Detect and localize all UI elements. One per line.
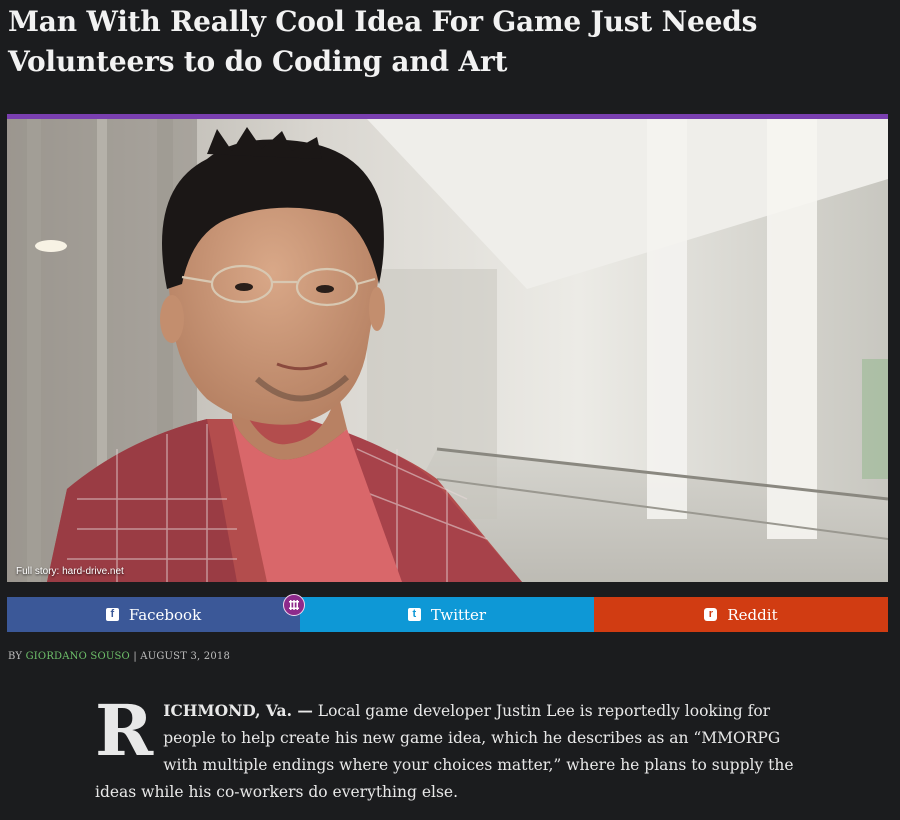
twitter-share-label: Twitter: [430, 605, 487, 624]
hero-photo-illustration: [7, 119, 888, 582]
hero-photo: Full story: hard-drive.net: [7, 119, 888, 582]
twitter-icon: t: [407, 608, 421, 621]
drop-cap: R: [95, 689, 154, 772]
share-bar: f Facebook t Twitter r Reddit: [7, 597, 888, 632]
publish-date: AUGUST 3, 2018: [140, 651, 231, 662]
article-headline: Man With Really Cool Idea For Game Just …: [8, 5, 758, 78]
reddit-icon: r: [704, 608, 718, 621]
byline-prefix: BY: [8, 651, 23, 662]
byline: BY GIORDANO SOUSO | AUGUST 3, 2018: [8, 651, 230, 662]
image-credit[interactable]: Full story: hard-drive.net: [16, 566, 124, 577]
facebook-share-button[interactable]: f Facebook: [7, 597, 300, 632]
byline-separator: |: [133, 651, 137, 662]
facebook-icon: f: [105, 608, 119, 621]
site-logo-badge-icon[interactable]: [283, 594, 305, 616]
dateline: ICHMOND, Va. —: [163, 701, 313, 720]
reddit-share-label: Reddit: [727, 605, 778, 624]
twitter-share-button[interactable]: t Twitter: [300, 597, 594, 632]
reddit-share-button[interactable]: r Reddit: [594, 597, 888, 632]
article-lead-paragraph: R ICHMOND, Va. — Local game developer Jus…: [95, 689, 807, 806]
facebook-share-label: Facebook: [128, 605, 202, 624]
badge-glyph-icon: [289, 600, 299, 610]
author-link[interactable]: GIORDANO SOUSO: [26, 651, 130, 662]
